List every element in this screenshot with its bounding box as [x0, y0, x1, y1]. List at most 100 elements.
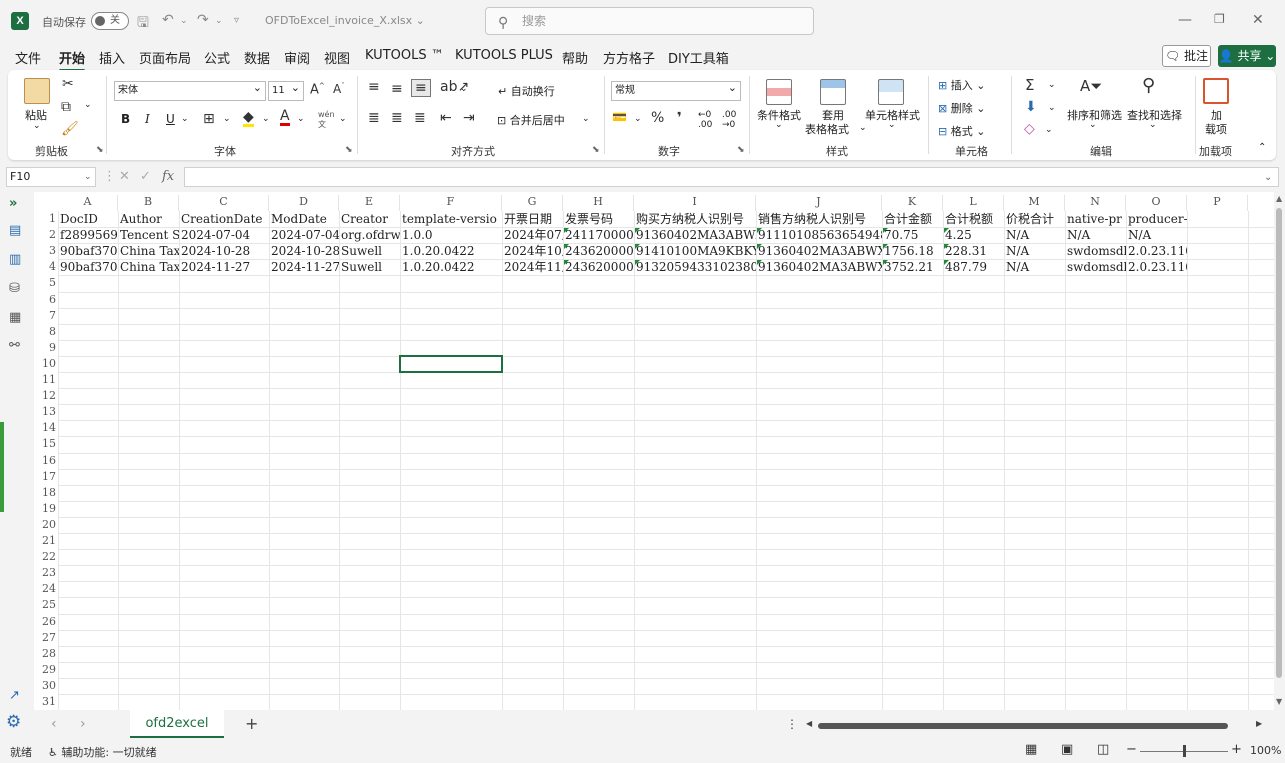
scroll-right-icon[interactable]: ▶	[1256, 719, 1262, 728]
borders-icon[interactable]: ⊞	[203, 111, 215, 127]
cut-icon[interactable]: ✂	[62, 76, 74, 92]
settings-icon[interactable]: ⚙	[6, 712, 21, 732]
alignment-launcher-icon[interactable]: ⬊	[592, 145, 600, 155]
cell[interactable]: Tencent S	[118, 227, 179, 243]
cell[interactable]: N/A	[1004, 243, 1065, 259]
cell[interactable]: 2024-07-04	[269, 227, 339, 243]
cell[interactable]: native-pr	[1065, 211, 1126, 227]
cell[interactable]: 2024-10-28	[179, 243, 269, 259]
font-color-dropdown-icon[interactable]: ⌄	[297, 114, 305, 124]
scroll-left-icon[interactable]: ◀	[806, 719, 812, 728]
row-header[interactable]: 27	[34, 630, 58, 646]
error-indicator[interactable]	[564, 228, 569, 234]
italic-button[interactable]: I	[145, 112, 150, 126]
cell[interactable]	[1187, 243, 1248, 259]
cell[interactable]: N/A	[1126, 227, 1187, 243]
increase-decimal-icon[interactable]: ←0.00	[698, 110, 712, 130]
wrap-text-button[interactable]: ↵ 自动换行	[498, 83, 555, 99]
cell[interactable]: 1.0.0	[400, 227, 502, 243]
find-select-icon[interactable]: ⚲	[1142, 75, 1155, 96]
cell[interactable]: 90baf370c	[58, 243, 118, 259]
menu-formulas[interactable]: 公式	[204, 48, 230, 67]
row-header[interactable]: 23	[34, 565, 58, 581]
cell[interactable]: DocID	[58, 211, 118, 227]
menu-view[interactable]: 视图	[324, 48, 350, 67]
cell-styles-icon[interactable]	[878, 79, 904, 105]
cell[interactable]: swdomsdk	[1065, 243, 1126, 259]
layers-icon[interactable]: ⛁	[9, 281, 20, 296]
cell[interactable]: 91360402MA3ABWXQ1H	[756, 259, 882, 275]
row-header[interactable]: 5	[34, 275, 58, 291]
font-name-combo[interactable]: 宋体	[114, 79, 266, 101]
menu-diy-toolbox[interactable]: DIY工具箱	[668, 48, 729, 67]
cell[interactable]: template-versio	[400, 211, 502, 227]
format-painter-icon[interactable]: 🖌	[61, 121, 79, 137]
spreadsheet-grid[interactable]: A B C D E F G H I J K L M N O P 1 2 3 4 5 6 7 8 9 10 11 12 13 14 15 16 1…	[34, 192, 1274, 710]
align-middle-icon[interactable]: ≡	[391, 81, 403, 97]
restore-icon[interactable]: ❐	[1214, 12, 1225, 26]
zoom-out-icon[interactable]: −	[1126, 742, 1137, 757]
cell[interactable]: swdomsdk	[1065, 259, 1126, 275]
zoom-level[interactable]: 100%	[1250, 744, 1281, 757]
cell[interactable]: 1.0.20.0422	[400, 259, 502, 275]
sort-filter-icon[interactable]: A⏷	[1080, 77, 1102, 95]
cell[interactable]: f2899569f	[58, 227, 118, 243]
align-bottom-icon[interactable]: ≡	[411, 79, 431, 97]
row-header[interactable]: 9	[34, 340, 58, 356]
menu-page-layout[interactable]: 页面布局	[139, 48, 191, 67]
cell[interactable]: 2.0.23.1108.1400	[1126, 243, 1187, 259]
scroll-up-icon[interactable]: ▲	[1276, 194, 1282, 203]
merge-center-button[interactable]: ⊡ 合并后居中	[497, 112, 565, 128]
row-header[interactable]: 26	[34, 614, 58, 630]
cell[interactable]: 4.25	[943, 227, 1004, 243]
more-icon[interactable]: ⋮	[103, 169, 116, 184]
menu-insert[interactable]: 插入	[99, 48, 125, 67]
menu-fangfang[interactable]: 方方格子	[603, 48, 655, 67]
format-as-table-icon[interactable]	[820, 79, 846, 105]
row-header[interactable]: 20	[34, 517, 58, 533]
column-header[interactable]: E	[339, 195, 400, 211]
insert-cells-button[interactable]: ⊞ 插入 ⌄	[938, 77, 985, 93]
page-break-view-icon[interactable]: ◫	[1097, 742, 1109, 757]
cell[interactable]: 购买方纳税人识别号	[634, 211, 756, 227]
cell[interactable]: 2.0.23.1108.1400	[1126, 259, 1187, 275]
row-header[interactable]: 6	[34, 292, 58, 308]
cell[interactable]: 91360402MA3ABWXQ1H	[634, 227, 756, 243]
error-indicator[interactable]	[883, 228, 888, 234]
workbook-icon[interactable]: ▤	[9, 223, 21, 238]
cell[interactable]: 开票日期	[502, 211, 563, 227]
cell[interactable]: 91360402MA3ABWXQ1H	[756, 243, 882, 259]
row-header[interactable]: 19	[34, 501, 58, 517]
navigation-icon[interactable]: ▥	[9, 252, 21, 267]
fill-dropdown-icon[interactable]: ⌄	[1048, 103, 1056, 113]
binoculars-icon[interactable]: ⚯	[9, 338, 20, 353]
row-header[interactable]: 18	[34, 485, 58, 501]
row-header[interactable]: 2	[34, 227, 58, 243]
autosum-dropdown-icon[interactable]: ⌄	[1048, 80, 1056, 90]
error-indicator[interactable]	[757, 244, 762, 250]
phonetic-icon[interactable]: wén 文	[318, 110, 335, 130]
minimize-icon[interactable]: —	[1178, 12, 1192, 28]
menu-kutools-plus[interactable]: KUTOOLS PLUS	[455, 48, 553, 63]
cell[interactable]: China Tax	[118, 259, 179, 275]
align-right-icon[interactable]: ≣	[414, 110, 426, 126]
row-header[interactable]: 1	[34, 211, 58, 227]
cell[interactable]: 2436200000(	[563, 243, 634, 259]
external-link-icon[interactable]: ↗	[9, 688, 20, 703]
column-header[interactable]: M	[1004, 195, 1065, 211]
addins-icon[interactable]	[1203, 78, 1229, 104]
menu-review[interactable]: 审阅	[284, 48, 310, 67]
error-indicator[interactable]	[757, 228, 762, 234]
cell[interactable]: 1.0.20.0422	[400, 243, 502, 259]
clear-dropdown-icon[interactable]: ⌄	[1045, 125, 1053, 135]
collapse-ribbon-icon[interactable]: ⌃	[1258, 142, 1266, 153]
search-box[interactable]: ⚲ 搜索	[485, 7, 814, 35]
cell[interactable]: N/A	[1065, 227, 1126, 243]
accounting-dropdown-icon[interactable]: ⌄	[634, 114, 642, 124]
normal-view-icon[interactable]: ▦	[1025, 742, 1037, 757]
autosum-icon[interactable]: Σ	[1025, 76, 1034, 94]
next-sheet-icon[interactable]: ›	[80, 716, 86, 732]
cell[interactable]: 91320594331023805F	[634, 259, 756, 275]
column-header[interactable]: G	[502, 195, 563, 211]
cell[interactable]: ModDate	[269, 211, 339, 227]
